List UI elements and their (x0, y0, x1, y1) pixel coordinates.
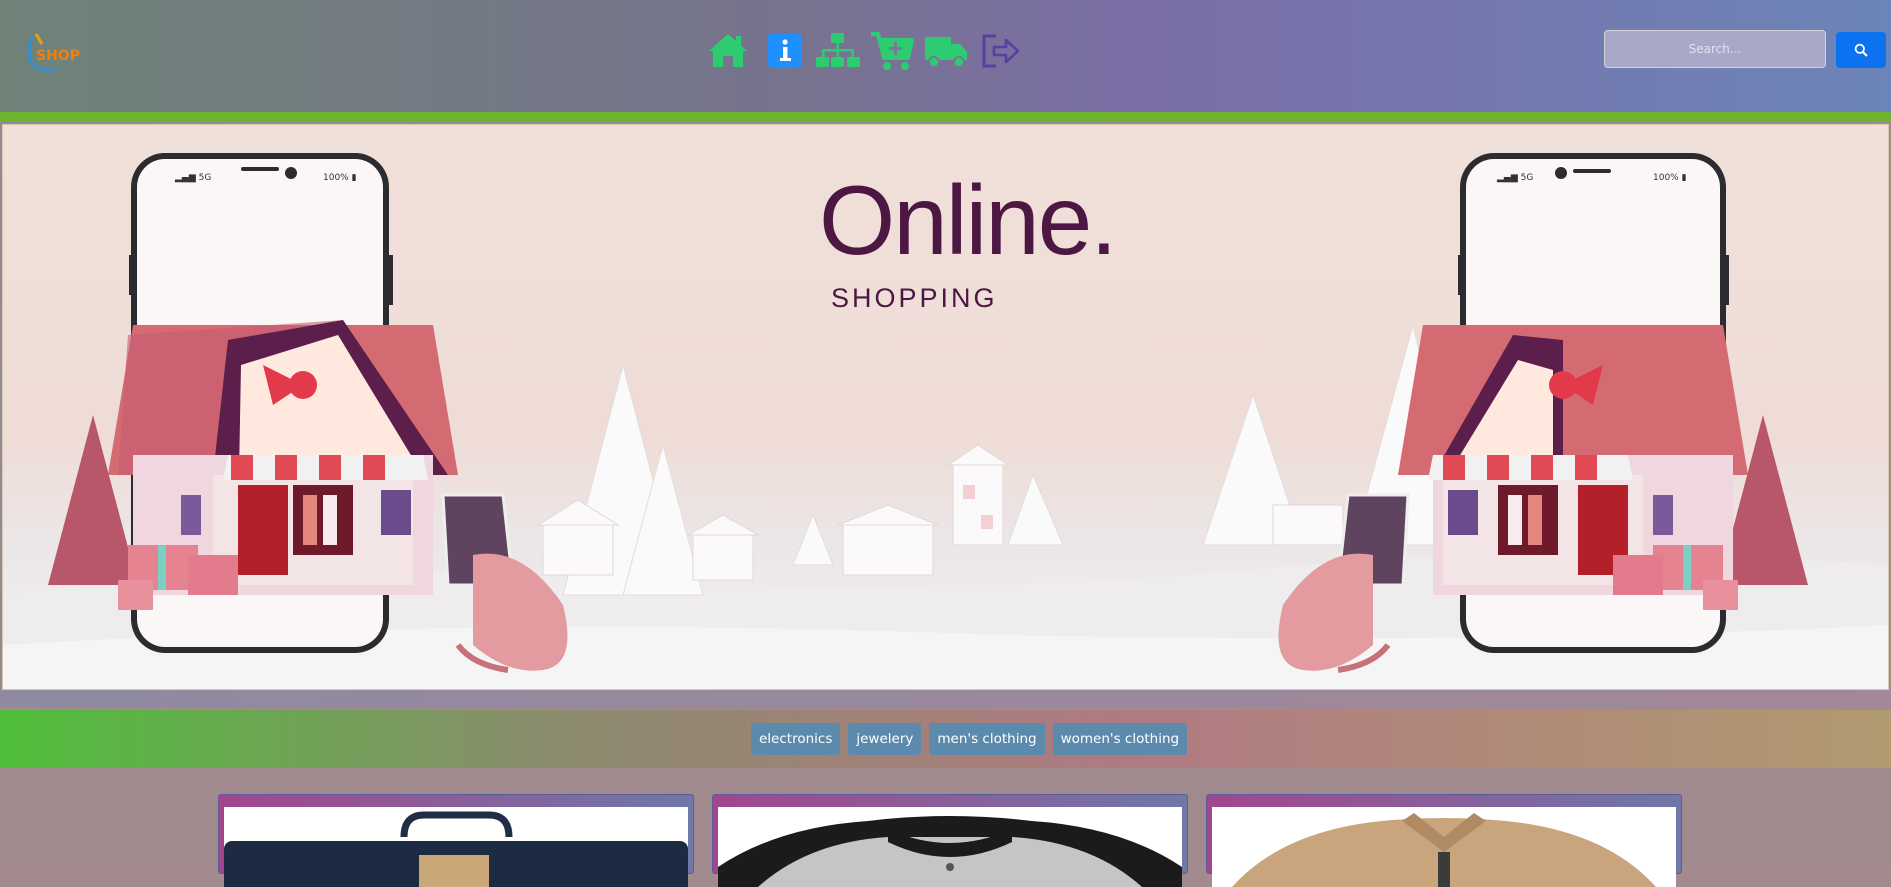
nav-divider (0, 112, 1891, 122)
search-input[interactable] (1604, 30, 1826, 68)
truck-icon[interactable] (924, 30, 968, 72)
right-phone-illustration: ▂▄▆ 5G 100% ▮ (1278, 153, 1808, 673)
category-list: electronics jewelery men's clothing wome… (751, 723, 1188, 755)
sitemap-icon[interactable] (816, 30, 860, 72)
navbar: SHOP (0, 0, 1891, 112)
category-button-electronics[interactable]: electronics (751, 723, 841, 755)
logo-text: SHOP (36, 48, 80, 64)
product-grid (0, 768, 1891, 887)
category-button-jewelery[interactable]: jewelery (848, 723, 922, 755)
raglan-shirt-image (718, 816, 1182, 887)
shop-logo[interactable]: SHOP (22, 30, 90, 74)
hero-banner: ▂▄▆ 5G 100% ▮ ▂▄▆ 5G 100% ▮ Online. SHOP… (2, 124, 1889, 690)
banner-subtitle: SHOPPING (831, 283, 998, 313)
banner-section: ▂▄▆ 5G 100% ▮ ▂▄▆ 5G 100% ▮ Online. SHOP… (0, 122, 1891, 708)
home-icon[interactable] (706, 30, 750, 72)
product-card[interactable] (712, 794, 1188, 887)
product-image[interactable] (718, 807, 1182, 887)
search-icon (1854, 43, 1868, 57)
product-card[interactable] (1206, 794, 1682, 887)
product-image[interactable] (1212, 807, 1676, 887)
left-phone-illustration: ▂▄▆ 5G 100% ▮ (48, 153, 568, 673)
svg-text:100% ▮: 100% ▮ (1653, 173, 1687, 183)
svg-text:▂▄▆ 5G: ▂▄▆ 5G (174, 173, 211, 183)
svg-text:▂▄▆ 5G: ▂▄▆ 5G (1496, 173, 1533, 183)
jacket-image (1232, 813, 1656, 887)
banner-title: Online. (819, 165, 1118, 275)
category-button-mens-clothing[interactable]: men's clothing (929, 723, 1045, 755)
search-button[interactable] (1836, 32, 1886, 68)
product-card[interactable] (218, 794, 694, 887)
product-image[interactable] (224, 807, 688, 887)
info-icon[interactable] (764, 30, 808, 72)
category-bar: electronics jewelery men's clothing wome… (0, 710, 1891, 768)
logout-icon[interactable] (978, 30, 1022, 72)
cart-plus-icon[interactable] (870, 30, 914, 72)
svg-text:100% ▮: 100% ▮ (323, 173, 357, 183)
category-button-womens-clothing[interactable]: women's clothing (1052, 723, 1188, 755)
laptop-bag-image (224, 811, 688, 887)
